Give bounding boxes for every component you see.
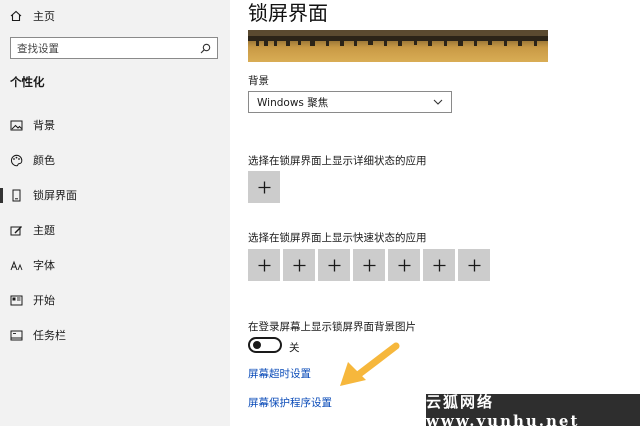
add-quick-status-app-button[interactable] (353, 249, 385, 281)
add-quick-status-app-button[interactable] (283, 249, 315, 281)
sidebar-item-color[interactable]: 颜色 (0, 146, 230, 174)
signin-background-toggle[interactable] (248, 337, 282, 353)
sidebar-item-fonts[interactable]: 字体 (0, 251, 230, 279)
background-select-value: Windows 聚焦 (257, 96, 329, 109)
plus-icon (293, 259, 305, 271)
background-label: 背景 (248, 75, 269, 87)
home-link[interactable]: 主页 (10, 6, 55, 26)
signin-background-label: 在登录屏幕上显示锁屏界面背景图片 (248, 321, 416, 333)
plus-icon (258, 259, 270, 271)
screensaver-settings-link[interactable]: 屏幕保护程序设置 (248, 395, 332, 410)
toggle-state-label: 关 (289, 342, 300, 354)
add-quick-status-app-button[interactable] (388, 249, 420, 281)
add-quick-status-app-button[interactable] (248, 249, 280, 281)
start-menu-icon (9, 293, 23, 307)
sidebar-item-lock-screen[interactable]: 锁屏界面 (0, 181, 230, 209)
add-quick-status-app-button[interactable] (458, 249, 490, 281)
home-icon (10, 10, 22, 22)
plus-icon (258, 181, 270, 193)
sidebar-item-label: 主题 (33, 224, 55, 237)
plus-icon (468, 259, 480, 271)
theme-brush-icon (9, 223, 23, 237)
add-detailed-status-app-button[interactable] (248, 171, 280, 203)
search-icon (200, 43, 211, 53)
sidebar-item-label: 背景 (33, 119, 55, 132)
active-indicator (0, 188, 3, 203)
sidebar-item-label: 开始 (33, 294, 55, 307)
sidebar: 主页 查找设置 个性化 背景 颜色 锁屏界面 主题 字体 开始 任务栏 (0, 0, 230, 426)
plus-icon (433, 259, 445, 271)
watermark: 云狐网络 www.yunhu.net (426, 392, 640, 426)
detailed-status-label: 选择在锁屏界面上显示详细状态的应用 (248, 155, 427, 167)
lock-screen-icon (9, 188, 23, 202)
main-content: 锁屏界面 背景 Windows 聚焦 选择在锁屏界面上显示详细状态的应用 选择在… (230, 0, 640, 426)
sidebar-item-label: 颜色 (33, 154, 55, 167)
sidebar-item-theme[interactable]: 主题 (0, 216, 230, 244)
quick-status-label: 选择在锁屏界面上显示快速状态的应用 (248, 232, 427, 244)
search-input[interactable]: 查找设置 (10, 37, 218, 59)
lock-screen-preview-image (248, 30, 548, 62)
background-select[interactable]: Windows 聚焦 (248, 91, 452, 113)
page-title: 锁屏界面 (248, 1, 328, 25)
home-label: 主页 (33, 10, 55, 23)
sidebar-item-label: 锁屏界面 (33, 189, 77, 202)
taskbar-icon (9, 328, 23, 342)
toggle-knob (253, 341, 261, 349)
section-title: 个性化 (10, 75, 45, 89)
plus-icon (398, 259, 410, 271)
chevron-down-icon (433, 99, 443, 105)
search-placeholder: 查找设置 (17, 42, 59, 55)
plus-icon (363, 259, 375, 271)
add-quick-status-app-button[interactable] (318, 249, 350, 281)
sidebar-item-label: 字体 (33, 259, 55, 272)
sidebar-item-label: 任务栏 (33, 329, 66, 342)
screen-timeout-settings-link[interactable]: 屏幕超时设置 (248, 366, 311, 381)
sidebar-item-taskbar[interactable]: 任务栏 (0, 321, 230, 349)
font-icon (9, 258, 23, 272)
palette-icon (9, 153, 23, 167)
sidebar-item-start[interactable]: 开始 (0, 286, 230, 314)
watermark-text: 云狐网络 www.yunhu.net (426, 392, 580, 426)
image-icon (9, 118, 23, 132)
annotation-arrow-icon (340, 342, 400, 386)
plus-icon (328, 259, 340, 271)
add-quick-status-app-button[interactable] (423, 249, 455, 281)
sidebar-item-background[interactable]: 背景 (0, 111, 230, 139)
